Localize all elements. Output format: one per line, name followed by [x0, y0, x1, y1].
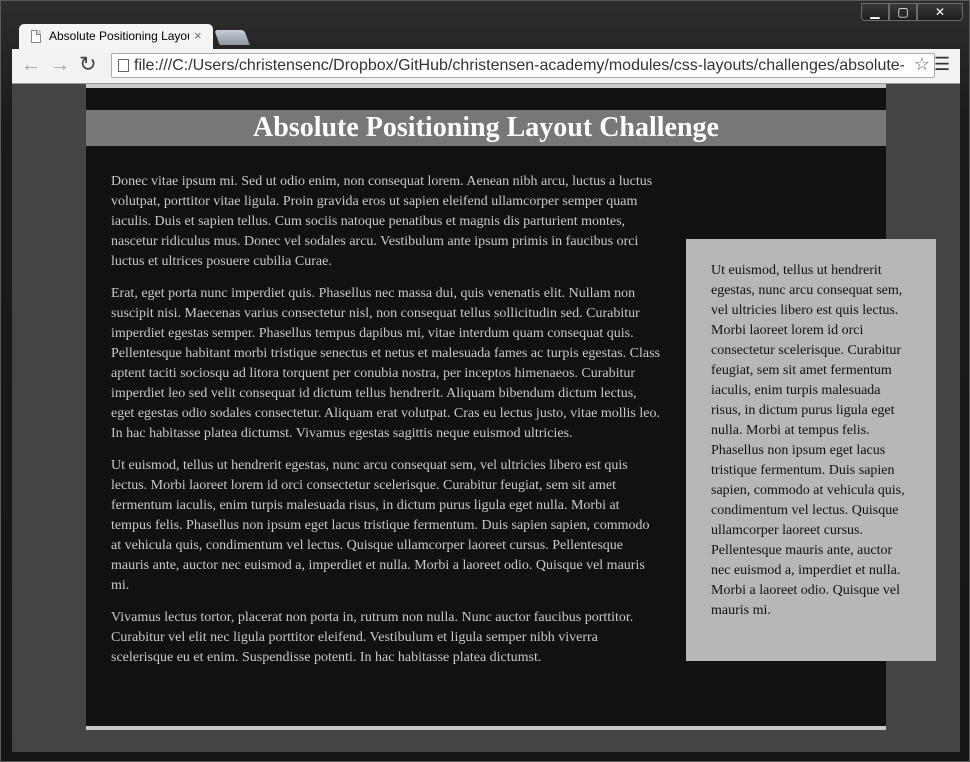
- browser-toolbar: ← → ↻ file:///C:/Users/christensenc/Drop…: [12, 49, 960, 84]
- sidebar-text: Ut euismod, tellus ut hendrerit egestas,…: [711, 263, 905, 618]
- tab-close-icon[interactable]: ×: [194, 28, 202, 43]
- close-window-button[interactable]: ✕: [917, 3, 963, 21]
- address-bar[interactable]: file:///C:/Users/christensenc/Dropbox/Gi…: [111, 53, 935, 78]
- browser-window: ▁ ▢ ✕ Absolute Positioning Layout × ← → …: [0, 0, 970, 762]
- page-title: Absolute Positioning Layout Challenge: [253, 112, 719, 143]
- back-arrow-icon[interactable]: ←: [21, 55, 41, 75]
- bookmark-star-icon[interactable]: ☆: [914, 54, 930, 75]
- reload-icon[interactable]: ↻: [79, 54, 97, 75]
- page-header: Absolute Positioning Layout Challenge: [86, 110, 886, 146]
- main-content: Donec vitae ipsum mi. Sed ut odio enim, …: [111, 172, 661, 680]
- maximize-button[interactable]: ▢: [889, 3, 917, 21]
- sidebar-box: Ut euismod, tellus ut hendrerit egestas,…: [686, 239, 936, 661]
- paragraph: Erat, eget porta nunc imperdiet quis. Ph…: [111, 286, 660, 441]
- paragraph: Donec vitae ipsum mi. Sed ut odio enim, …: [111, 174, 653, 269]
- minimize-button[interactable]: ▁: [861, 3, 889, 21]
- window-controls: ▁ ▢ ✕: [861, 3, 963, 23]
- menu-icon[interactable]: ☰: [934, 54, 950, 75]
- tab-title: Absolute Positioning Layout: [49, 29, 189, 43]
- new-tab-button[interactable]: [214, 30, 250, 45]
- document-icon: [31, 30, 41, 43]
- page-icon: [118, 59, 129, 72]
- address-bar-url[interactable]: file:///C:/Users/christensenc/Dropbox/Gi…: [134, 57, 904, 75]
- page-viewport: Absolute Positioning Layout Challenge Do…: [12, 84, 960, 752]
- paragraph: Ut euismod, tellus ut hendrerit egestas,…: [111, 458, 650, 593]
- paragraph: Vivamus lectus tortor, placerat non port…: [111, 610, 634, 665]
- forward-arrow-icon[interactable]: →: [50, 55, 70, 75]
- tab-active[interactable]: Absolute Positioning Layout ×: [19, 24, 213, 50]
